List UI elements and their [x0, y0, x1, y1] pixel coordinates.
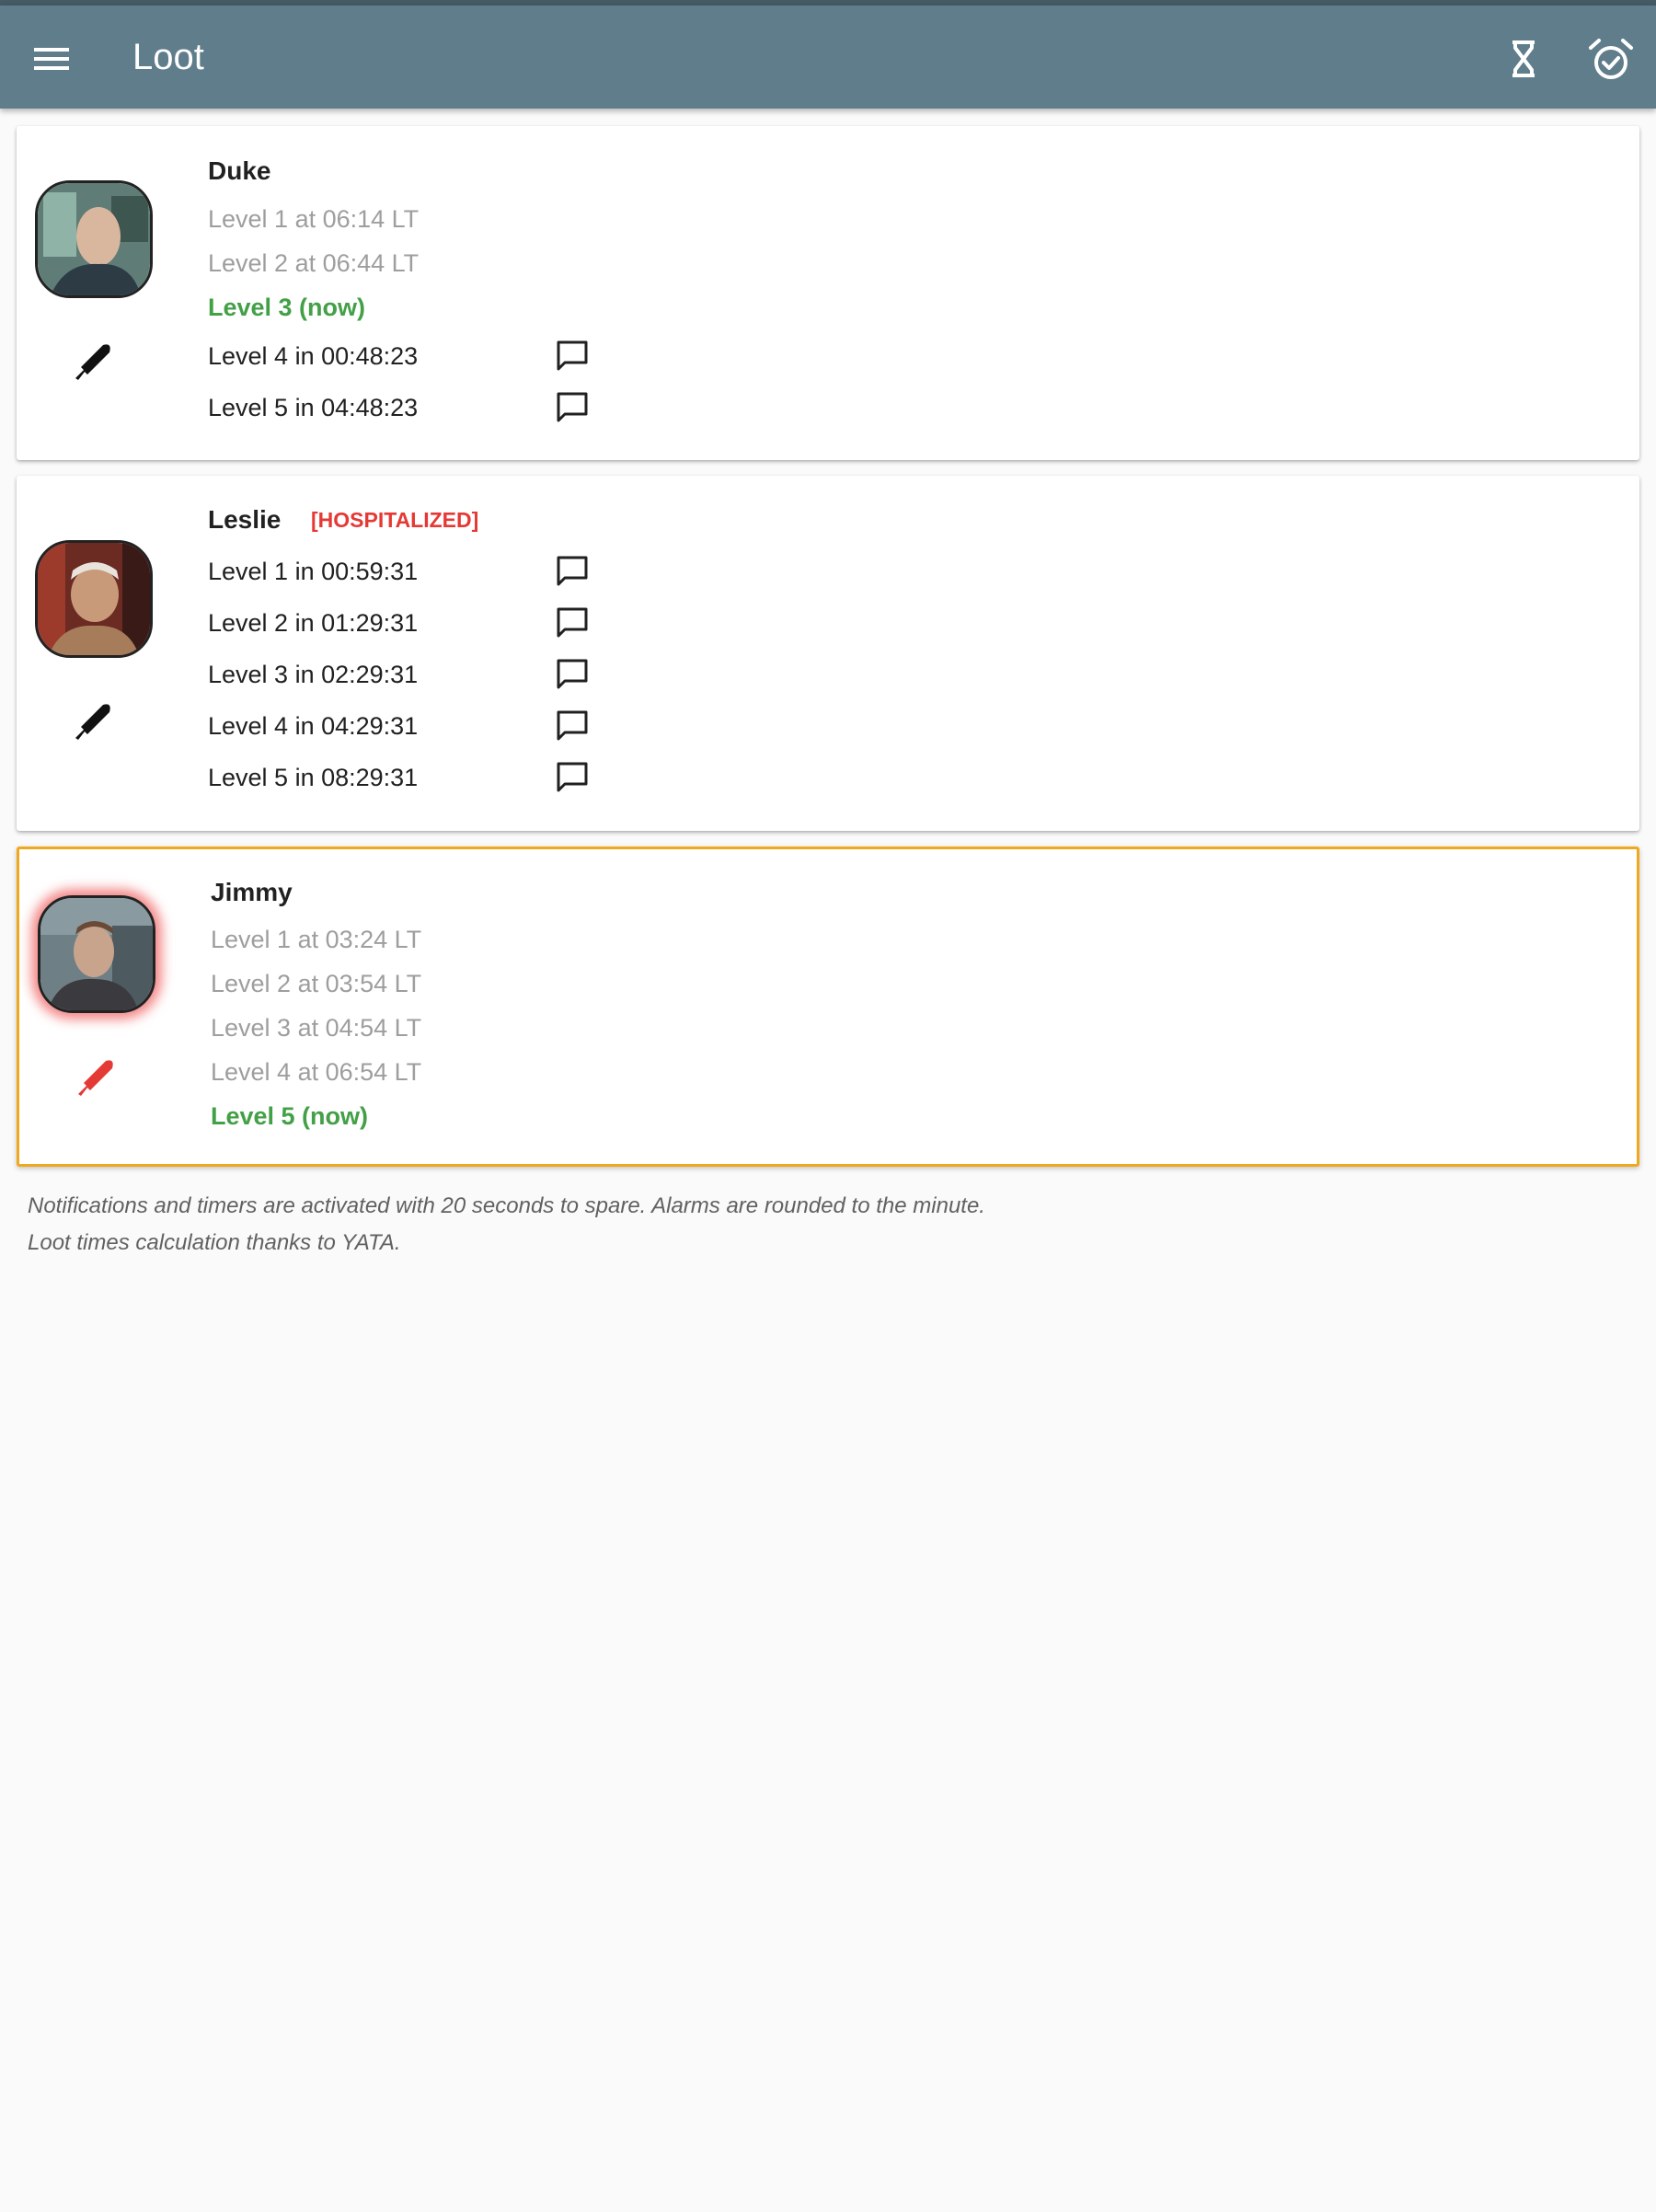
knife-icon: [75, 344, 110, 380]
notification-icon[interactable]: [554, 759, 591, 796]
menu-icon: [34, 48, 69, 70]
npc-card-jimmy: Jimmy Level 1 at 03:24 LT Level 2 at 03:…: [17, 847, 1639, 1167]
level-1-countdown: Level 1 in 00:59:31: [208, 558, 419, 585]
avatar: [38, 895, 155, 1013]
npc-name: Duke: [208, 156, 271, 185]
page-title: Loot: [132, 37, 204, 77]
level-2-time: Level 2 at 06:44 LT: [208, 249, 420, 277]
notification-icon[interactable]: [554, 708, 591, 744]
avatar: [35, 540, 153, 658]
status-badge: [HOSPITALIZED]: [311, 508, 479, 532]
notification-icon[interactable]: [554, 656, 591, 693]
menu-button[interactable]: [26, 33, 77, 85]
app-bar: Loot: [0, 6, 1656, 109]
notification-icon[interactable]: [554, 338, 591, 374]
level-1-time: Level 1 at 06:14 LT: [208, 205, 420, 233]
npc-name: Jimmy: [211, 878, 293, 906]
knife-icon: [75, 704, 110, 740]
notification-icon[interactable]: [554, 389, 591, 426]
level-4-time: Level 4 at 06:54 LT: [211, 1058, 422, 1086]
npc-card-leslie: Leslie [HOSPITALIZED] Level 1 in 00:59:3…: [17, 476, 1639, 831]
npc-card-duke: Duke Level 1 at 06:14 LT Level 2 at 06:4…: [17, 126, 1639, 460]
level-2-time: Level 2 at 03:54 LT: [211, 970, 422, 997]
hourglass-icon: [1512, 40, 1535, 77]
level-3-countdown: Level 3 in 02:29:31: [208, 661, 419, 688]
level-5-current: Level 5 (now): [211, 1102, 369, 1130]
level-1-time: Level 1 at 03:24 LT: [211, 926, 422, 953]
npc-name: Leslie: [208, 505, 282, 534]
timer-button[interactable]: [1498, 33, 1549, 85]
alarm-button[interactable]: [1584, 33, 1638, 86]
alarm-check-icon: [1589, 39, 1633, 79]
level-2-countdown: Level 2 in 01:29:31: [208, 609, 419, 637]
footnote-credits: Loot times calculation thanks to YATA.: [28, 1230, 401, 1255]
level-3-current: Level 3 (now): [208, 294, 366, 321]
footnote-notifications: Notifications and timers are activated w…: [28, 1193, 985, 1218]
level-5-countdown: Level 5 in 04:48:23: [208, 394, 419, 421]
notification-icon[interactable]: [554, 605, 591, 641]
notification-icon[interactable]: [554, 553, 591, 590]
knife-icon: [78, 1060, 113, 1096]
level-4-countdown: Level 4 in 04:29:31: [208, 712, 419, 740]
level-5-countdown: Level 5 in 08:29:31: [208, 764, 419, 791]
level-3-time: Level 3 at 04:54 LT: [211, 1014, 422, 1042]
avatar: [35, 180, 153, 298]
level-4-countdown: Level 4 in 00:48:23: [208, 342, 419, 370]
